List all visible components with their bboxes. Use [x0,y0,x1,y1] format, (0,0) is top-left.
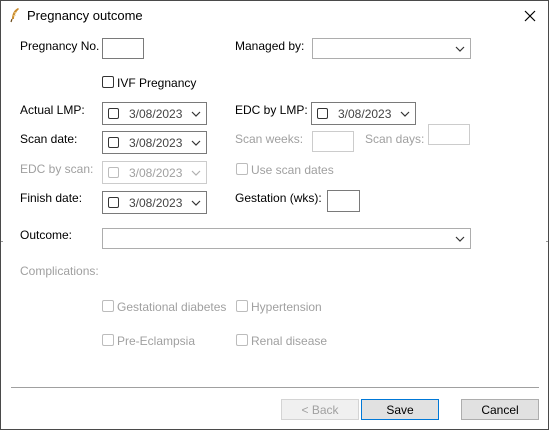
actual-lmp-label: Actual LMP: [20,103,85,117]
pregnancy-outcome-dialog: Pregnancy outcome Pregnancy No. Managed … [0,0,549,430]
actual-lmp-checkbox[interactable] [108,108,119,119]
scan-days-field[interactable] [428,124,470,145]
renal-disease-label: Renal disease [251,334,328,348]
edc-by-lmp-checkbox[interactable] [317,108,328,119]
edc-by-scan-datepicker[interactable]: 3/08/2023 [102,161,207,184]
renal-disease-checkbox[interactable] [236,334,248,346]
gestational-diabetes-checkbox[interactable] [102,300,114,312]
managed-by-select[interactable] [312,38,471,59]
close-button[interactable] [512,1,548,30]
managed-by-label: Managed by: [235,39,305,53]
scan-date-value: 3/08/2023 [129,136,183,150]
use-scan-dates-label: Use scan dates [251,163,334,177]
cancel-button[interactable]: Cancel [461,399,539,420]
ivf-pregnancy-label: IVF Pregnancy [117,76,197,90]
scan-date-datepicker[interactable]: 3/08/2023 [102,131,207,154]
chevron-down-icon[interactable] [400,109,410,119]
edc-by-scan-checkbox[interactable] [108,167,119,178]
edc-by-scan-label: EDC by scan: [20,162,94,176]
chevron-down-icon [455,46,465,52]
edge-tick-left [1,241,3,242]
scan-weeks-field[interactable] [312,131,354,152]
pre-eclampsia-label: Pre-Eclampsia [117,334,196,348]
gestation-label: Gestation (wks): [235,191,322,205]
gestational-diabetes-label: Gestational diabetes [117,300,227,314]
finish-date-label: Finish date: [20,191,83,205]
edge-tick-right [546,241,548,242]
ivf-pregnancy-checkbox[interactable] [102,76,114,88]
finish-date-value: 3/08/2023 [129,196,183,210]
scan-date-label: Scan date: [20,132,78,146]
pre-eclampsia-checkbox[interactable] [102,334,114,346]
finish-date-datepicker[interactable]: 3/08/2023 [102,191,207,214]
actual-lmp-value: 3/08/2023 [129,107,183,121]
edc-by-scan-value: 3/08/2023 [129,166,183,180]
close-icon [524,10,536,21]
scan-days-label: Scan days: [365,132,425,146]
edc-by-lmp-value: 3/08/2023 [338,107,392,121]
footer-divider [11,387,539,388]
chevron-down-icon[interactable] [191,138,201,148]
use-scan-dates-checkbox[interactable] [236,163,248,175]
chevron-down-icon [455,236,465,242]
scan-weeks-label: Scan weeks: [235,132,304,146]
edc-by-lmp-datepicker[interactable]: 3/08/2023 [311,102,416,125]
actual-lmp-datepicker[interactable]: 3/08/2023 [102,102,207,125]
scan-date-checkbox[interactable] [108,137,119,148]
pregnancy-no-field[interactable] [102,38,144,59]
gestation-field[interactable] [327,190,360,212]
finish-date-checkbox[interactable] [108,197,119,208]
hypertension-checkbox[interactable] [236,300,248,312]
app-feather-icon [10,8,19,23]
hypertension-label: Hypertension [251,300,322,314]
complications-label: Complications: [20,264,99,278]
title-bar: Pregnancy outcome [1,1,548,30]
back-button[interactable]: < Back [281,399,359,420]
pregnancy-no-label: Pregnancy No. [20,39,100,53]
chevron-down-icon[interactable] [191,168,201,178]
chevron-down-icon[interactable] [191,198,201,208]
save-button[interactable]: Save [361,399,439,420]
outcome-select[interactable] [102,228,471,249]
outcome-label: Outcome: [20,228,73,242]
edc-by-lmp-label: EDC by LMP: [235,103,308,117]
chevron-down-icon[interactable] [191,109,201,119]
window-title: Pregnancy outcome [27,8,143,23]
